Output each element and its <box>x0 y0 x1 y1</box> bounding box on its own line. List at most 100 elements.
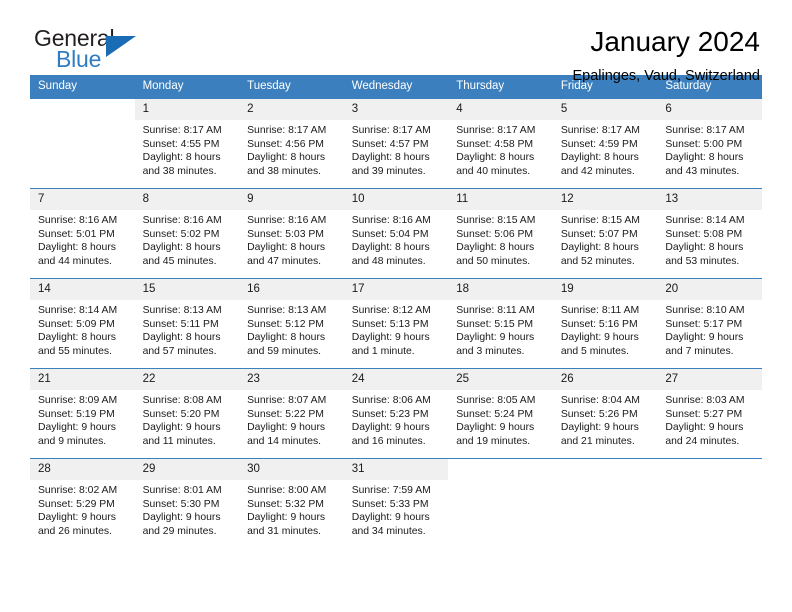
sunrise-text: Sunrise: 8:05 AM <box>456 395 536 406</box>
calendar-day-cell[interactable]: 10 Sunrise: 8:16 AM Sunset: 5:04 PM Dayligh… <box>343 188 449 279</box>
calendar-cell-empty <box>657 458 762 549</box>
calendar-week-row: 21 Sunrise: 8:09 AM Sunset: 5:19 PM Dayligh… <box>30 368 762 459</box>
daylight-text-line1: Daylight: 9 hours <box>142 512 221 524</box>
day-details: Sunrise: 8:13 AM Sunset: 5:11 PM Daylight:… <box>135 300 240 358</box>
day-number: 14 <box>30 279 135 300</box>
daylight-text-line1: Daylight: 9 hours <box>456 332 535 344</box>
day-number: 3 <box>343 99 449 120</box>
sunset-text: Sunset: 5:26 PM <box>560 408 638 420</box>
sunset-text: Sunset: 4:57 PM <box>351 138 429 150</box>
daylight-text-line2: and 11 minutes. <box>142 435 216 447</box>
day-number: 30 <box>239 459 344 480</box>
calendar-day-cell[interactable]: 21 Sunrise: 8:09 AM Sunset: 5:19 PM Dayligh… <box>30 368 135 459</box>
sunrise-text: Sunrise: 8:01 AM <box>142 485 222 496</box>
day-number: 25 <box>448 369 553 390</box>
sunrise-text: Sunrise: 8:13 AM <box>247 305 327 316</box>
calendar-day-cell[interactable]: 30 Sunrise: 8:00 AM Sunset: 5:32 PM Dayligh… <box>239 458 344 549</box>
day-number <box>448 459 553 480</box>
day-number: 26 <box>552 369 658 390</box>
calendar-day-cell[interactable]: 1 Sunrise: 8:17 AM Sunset: 4:55 PM Daylight… <box>134 98 240 189</box>
calendar-day-cell[interactable]: 17 Sunrise: 8:12 AM Sunset: 5:13 PM Dayligh… <box>343 278 449 369</box>
calendar-day-cell[interactable]: 11 Sunrise: 8:15 AM Sunset: 5:06 PM Dayligh… <box>448 188 553 279</box>
daylight-text-line2: and 55 minutes. <box>38 345 112 357</box>
calendar-day-cell[interactable]: 14 Sunrise: 8:14 AM Sunset: 5:09 PM Dayligh… <box>30 278 135 369</box>
day-number: 1 <box>134 99 240 120</box>
calendar-day-cell[interactable]: 31 Sunrise: 7:59 AM Sunset: 5:33 PM Dayligh… <box>343 458 449 549</box>
day-number: 13 <box>657 189 762 210</box>
day-number: 21 <box>30 369 135 390</box>
calendar-day-cell[interactable]: 20 Sunrise: 8:10 AM Sunset: 5:17 PM Dayligh… <box>657 278 762 369</box>
day-details: Sunrise: 8:01 AM Sunset: 5:30 PM Daylight:… <box>135 480 240 538</box>
sunrise-text: Sunrise: 8:17 AM <box>560 125 640 136</box>
day-cell-inner: 18 Sunrise: 8:11 AM Sunset: 5:15 PM Dayligh… <box>448 279 553 358</box>
day-number <box>552 459 658 480</box>
brand-logo[interactable]: General Blue <box>30 26 160 82</box>
sunrise-text: Sunrise: 8:07 AM <box>247 395 327 406</box>
daylight-text-line2: and 53 minutes. <box>665 255 740 267</box>
calendar-day-cell[interactable]: 5 Sunrise: 8:17 AM Sunset: 4:59 PM Daylight… <box>552 98 658 189</box>
calendar-day-cell[interactable]: 12 Sunrise: 8:15 AM Sunset: 5:07 PM Dayligh… <box>552 188 658 279</box>
day-details: Sunrise: 8:16 AM Sunset: 5:03 PM Daylight:… <box>239 210 344 268</box>
day-details: Sunrise: 8:11 AM Sunset: 5:15 PM Daylight:… <box>448 300 553 358</box>
calendar-day-cell[interactable]: 13 Sunrise: 8:14 AM Sunset: 5:08 PM Dayligh… <box>657 188 762 279</box>
sunset-text: Sunset: 5:00 PM <box>665 138 743 150</box>
day-details: Sunrise: 8:17 AM Sunset: 5:00 PM Daylight:… <box>657 120 762 178</box>
calendar-day-cell[interactable]: 26 Sunrise: 8:04 AM Sunset: 5:26 PM Dayligh… <box>552 368 658 459</box>
day-details: Sunrise: 8:05 AM Sunset: 5:24 PM Daylight:… <box>448 390 553 448</box>
calendar-day-cell[interactable]: 29 Sunrise: 8:01 AM Sunset: 5:30 PM Dayligh… <box>134 458 240 549</box>
sunset-text: Sunset: 4:55 PM <box>142 138 220 150</box>
calendar-day-cell[interactable]: 15 Sunrise: 8:13 AM Sunset: 5:11 PM Dayligh… <box>134 278 240 369</box>
calendar-cell-empty <box>552 458 658 549</box>
sunrise-text: Sunrise: 7:59 AM <box>351 485 431 496</box>
day-cell-inner: 17 Sunrise: 8:12 AM Sunset: 5:13 PM Dayligh… <box>343 279 449 358</box>
daylight-text-line1: Daylight: 9 hours <box>351 512 430 524</box>
day-number: 20 <box>657 279 762 300</box>
calendar-day-cell[interactable]: 18 Sunrise: 8:11 AM Sunset: 5:15 PM Dayligh… <box>448 278 553 369</box>
day-number: 23 <box>239 369 344 390</box>
day-cell-inner: 3 Sunrise: 8:17 AM Sunset: 4:57 PM Daylight… <box>343 99 449 178</box>
day-number <box>30 99 135 120</box>
sunrise-text: Sunrise: 8:14 AM <box>38 305 118 316</box>
calendar-day-cell[interactable]: 3 Sunrise: 8:17 AM Sunset: 4:57 PM Daylight… <box>343 98 449 189</box>
calendar-day-cell[interactable]: 23 Sunrise: 8:07 AM Sunset: 5:22 PM Dayligh… <box>239 368 344 459</box>
daylight-text-line1: Daylight: 9 hours <box>456 422 535 434</box>
day-number: 22 <box>134 369 240 390</box>
day-details: Sunrise: 8:12 AM Sunset: 5:13 PM Daylight:… <box>344 300 449 358</box>
day-number: 19 <box>552 279 658 300</box>
sunrise-text: Sunrise: 8:16 AM <box>38 215 118 226</box>
daylight-text-line1: Daylight: 8 hours <box>38 332 116 344</box>
daylight-text-line2: and 57 minutes. <box>142 345 217 357</box>
calendar-day-cell[interactable]: 25 Sunrise: 8:05 AM Sunset: 5:24 PM Dayligh… <box>448 368 553 459</box>
daylight-text-line2: and 44 minutes. <box>38 255 112 267</box>
calendar-day-cell[interactable]: 19 Sunrise: 8:11 AM Sunset: 5:16 PM Dayligh… <box>552 278 658 369</box>
sunset-text: Sunset: 5:03 PM <box>247 228 324 240</box>
sunrise-text: Sunrise: 8:16 AM <box>351 215 431 226</box>
calendar-day-cell[interactable]: 4 Sunrise: 8:17 AM Sunset: 4:58 PM Daylight… <box>448 98 553 189</box>
calendar-body: 1 Sunrise: 8:17 AM Sunset: 4:55 PM Daylight… <box>30 98 762 549</box>
calendar-day-cell[interactable]: 16 Sunrise: 8:13 AM Sunset: 5:12 PM Dayligh… <box>239 278 344 369</box>
calendar-cell-empty <box>30 98 135 189</box>
day-details: Sunrise: 8:03 AM Sunset: 5:27 PM Daylight:… <box>657 390 762 448</box>
day-cell-inner <box>30 99 135 120</box>
sunset-text: Sunset: 5:01 PM <box>38 228 115 240</box>
day-details: Sunrise: 8:00 AM Sunset: 5:32 PM Daylight:… <box>239 480 344 538</box>
calendar-day-cell[interactable]: 24 Sunrise: 8:06 AM Sunset: 5:23 PM Dayligh… <box>343 368 449 459</box>
sunrise-text: Sunrise: 8:15 AM <box>456 215 536 226</box>
daylight-text-line1: Daylight: 8 hours <box>351 242 430 254</box>
day-details: Sunrise: 7:59 AM Sunset: 5:33 PM Daylight:… <box>344 480 449 538</box>
daylight-text-line2: and 48 minutes. <box>351 255 426 267</box>
calendar-day-cell[interactable]: 22 Sunrise: 8:08 AM Sunset: 5:20 PM Dayligh… <box>134 368 240 459</box>
calendar-day-cell[interactable]: 28 Sunrise: 8:02 AM Sunset: 5:29 PM Dayligh… <box>30 458 135 549</box>
calendar-day-cell[interactable]: 8 Sunrise: 8:16 AM Sunset: 5:02 PM Daylight… <box>134 188 240 279</box>
daylight-text-line2: and 24 minutes. <box>665 435 740 447</box>
day-number: 15 <box>134 279 240 300</box>
calendar-day-cell[interactable]: 27 Sunrise: 8:03 AM Sunset: 5:27 PM Dayligh… <box>657 368 762 459</box>
calendar-day-cell[interactable]: 7 Sunrise: 8:16 AM Sunset: 5:01 PM Daylight… <box>30 188 135 279</box>
brand-name-blue: Blue <box>56 46 102 72</box>
day-cell-inner: 9 Sunrise: 8:16 AM Sunset: 5:03 PM Daylight… <box>239 189 344 268</box>
day-details: Sunrise: 8:15 AM Sunset: 5:07 PM Daylight:… <box>553 210 658 268</box>
calendar-day-cell[interactable]: 6 Sunrise: 8:17 AM Sunset: 5:00 PM Daylight… <box>657 98 762 189</box>
daylight-text-line1: Daylight: 9 hours <box>247 422 326 434</box>
calendar-day-cell[interactable]: 9 Sunrise: 8:16 AM Sunset: 5:03 PM Daylight… <box>239 188 344 279</box>
calendar-day-cell[interactable]: 2 Sunrise: 8:17 AM Sunset: 4:56 PM Daylight… <box>239 98 344 189</box>
